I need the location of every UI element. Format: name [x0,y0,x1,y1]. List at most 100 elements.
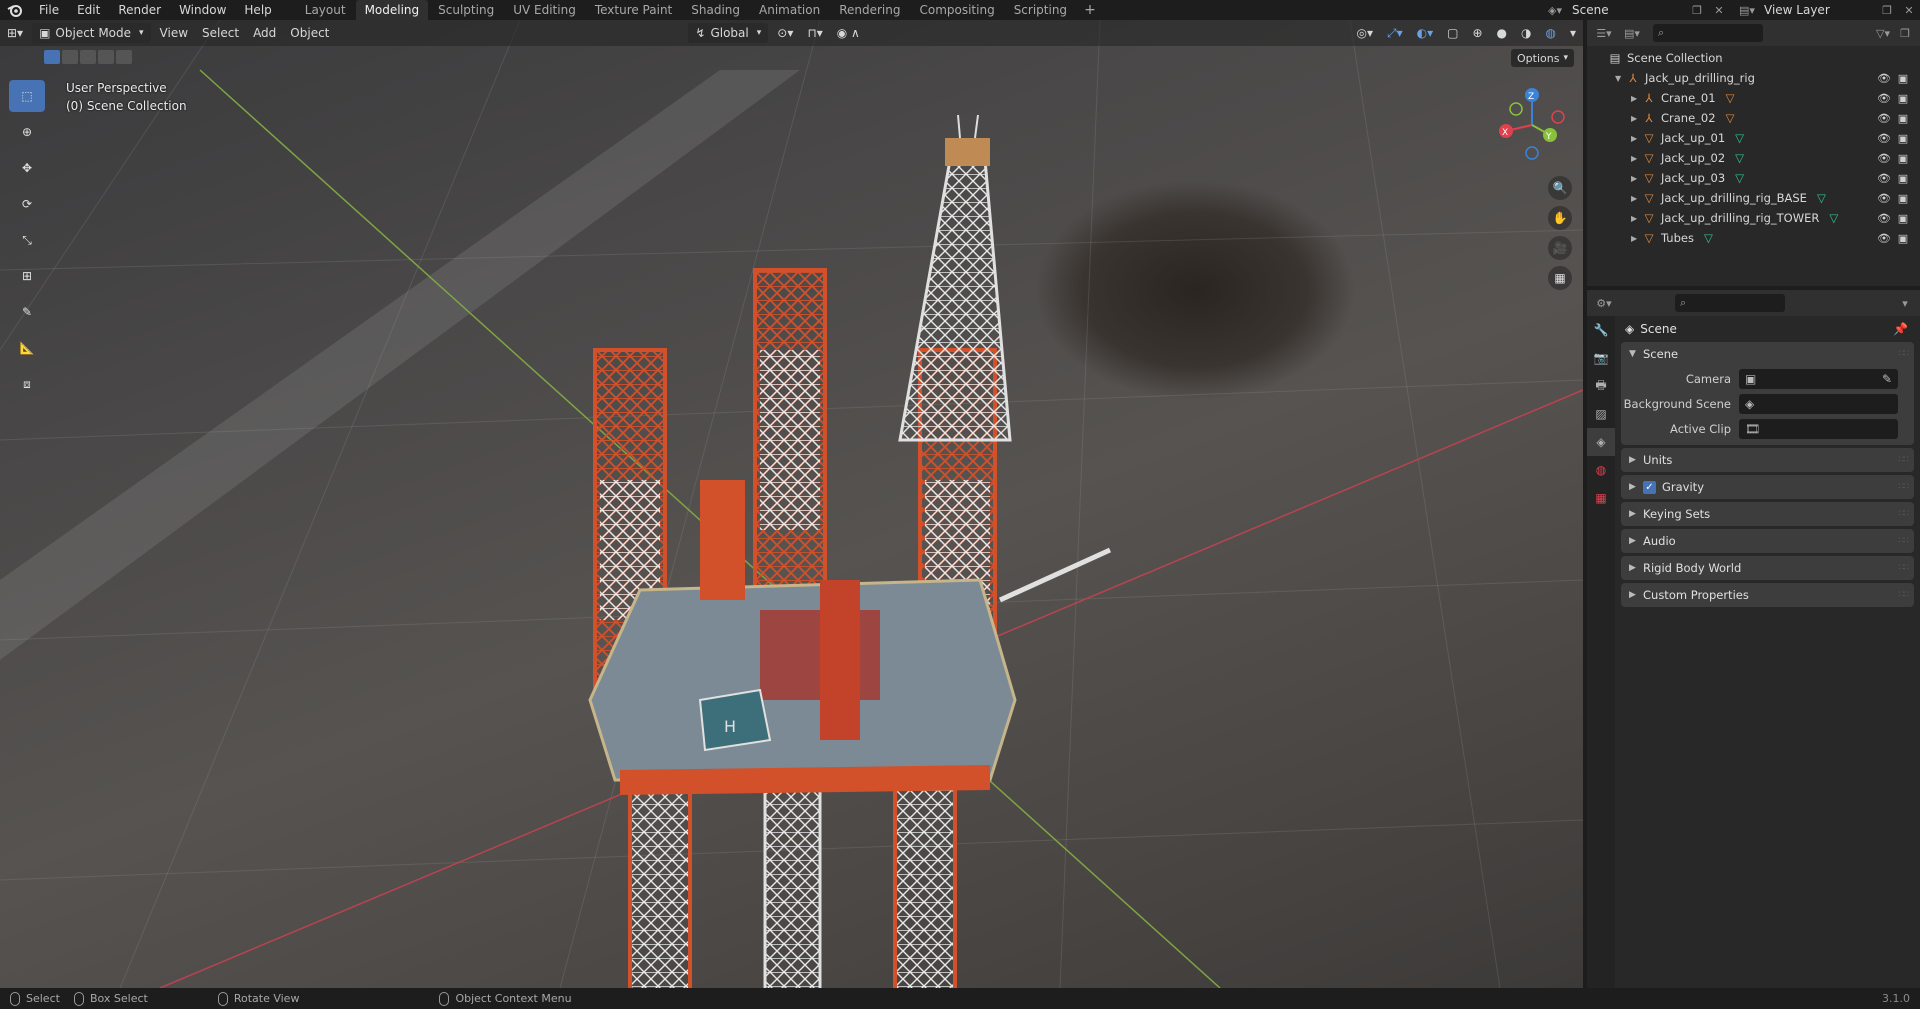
custom-properties-panel-header[interactable]: ▶ Custom Properties ∷∷ [1621,583,1914,607]
scale-tool-icon[interactable]: ⤡ [9,224,45,256]
blender-logo-icon[interactable] [0,0,30,20]
options-dropdown[interactable]: Options ▾ [1511,49,1574,67]
delete-scene-icon[interactable]: ✕ [1708,1,1730,19]
tab-shading[interactable]: Shading [682,0,749,20]
outliner-row-collection[interactable]: ▼ ⅄ Jack_up_drilling_rig 👁 ▣ [1587,68,1920,88]
view-layer-field[interactable]: View Layer [1758,1,1876,19]
drag-grip-icon[interactable]: ∷∷ [1899,536,1910,546]
display-mode-icon[interactable]: ▤▾ [1621,24,1643,42]
menu-add[interactable]: Add [246,23,283,43]
expand-arrow-icon[interactable]: ▶ [1631,114,1641,123]
select-intersect-icon[interactable] [116,50,132,64]
eye-icon[interactable]: 👁 [1877,111,1891,125]
background-scene-field[interactable]: ◈ [1739,393,1898,414]
tab-uv-editing[interactable]: UV Editing [504,0,585,20]
drag-grip-icon[interactable]: ∷∷ [1899,590,1910,600]
eye-icon[interactable]: 👁 [1877,231,1891,245]
outliner-row-crane-01[interactable]: ▶ ⅄ Crane_01 ▽ 👁 ▣ [1587,88,1920,108]
expand-arrow-icon[interactable]: ▶ [1631,134,1641,143]
select-box-tool-icon[interactable]: ⬚ [9,80,45,112]
outliner-search-input[interactable]: ⌕ [1653,24,1763,42]
ortho-grid-icon[interactable]: ▦ [1548,266,1572,290]
scene-name-field[interactable]: Scene [1566,1,1686,19]
jack-up-drilling-rig-model[interactable]: H [0,20,1583,988]
expand-arrow-icon[interactable]: ▼ [1615,74,1625,83]
pan-hand-icon[interactable]: ✋ [1548,206,1572,230]
drag-grip-icon[interactable]: ∷∷ [1899,349,1910,359]
tab-compositing[interactable]: Compositing [910,0,1003,20]
audio-panel-header[interactable]: ▶ Audio ∷∷ [1621,529,1914,553]
gizmo-toggle-icon[interactable]: ⤢▾ [1380,23,1410,43]
outliner-row-jack-up-02[interactable]: ▶ ▽ Jack_up_02 ▽ 👁 ▣ [1587,148,1920,168]
add-workspace-button[interactable]: + [1076,0,1104,20]
move-tool-icon[interactable]: ✥ [9,152,45,184]
properties-search-input[interactable]: ⌕ [1675,294,1785,312]
delete-view-layer-icon[interactable]: ✕ [1898,1,1920,19]
xray-icon[interactable]: ▢ [1440,23,1465,43]
outliner-row-crane-02[interactable]: ▶ ⅄ Crane_02 ▽ 👁 ▣ [1587,108,1920,128]
outliner-row-tubes[interactable]: ▶ ▽ Tubes ▽ 👁 ▣ [1587,228,1920,248]
outliner-row-scene-collection[interactable]: ▤ Scene Collection [1587,48,1920,68]
visibility-icon[interactable]: ◎▾ [1349,23,1380,43]
zoom-icon[interactable]: 🔍 [1548,176,1572,200]
expand-arrow-icon[interactable]: ▶ [1631,194,1641,203]
drag-grip-icon[interactable]: ∷∷ [1899,509,1910,519]
camera-render-icon[interactable]: ▣ [1896,71,1910,85]
eye-icon[interactable]: 👁 [1877,211,1891,225]
eyedropper-icon[interactable]: ✎ [1882,372,1892,386]
active-clip-field[interactable]: 🎞 [1739,418,1898,439]
eye-icon[interactable]: 👁 [1877,151,1891,165]
measure-tool-icon[interactable]: 📐 [9,332,45,364]
menu-render[interactable]: Render [109,0,170,20]
material-shading-icon[interactable]: ◑ [1514,23,1538,43]
solid-shading-icon[interactable]: ● [1490,23,1514,43]
eye-icon[interactable]: 👁 [1877,131,1891,145]
camera-render-icon[interactable]: ▣ [1896,171,1910,185]
menu-select[interactable]: Select [195,23,246,43]
pin-icon[interactable]: 📌 [1893,322,1908,336]
camera-render-icon[interactable]: ▣ [1896,131,1910,145]
menu-help[interactable]: Help [235,0,280,20]
eye-icon[interactable]: 👁 [1877,71,1891,85]
chevron-down-icon[interactable]: ▾ [1894,294,1916,312]
expand-arrow-icon[interactable]: ▶ [1631,154,1641,163]
editor-type-icon[interactable]: ⊞▾ [0,23,30,43]
select-subtract-icon[interactable] [80,50,96,64]
scene-selector-icon[interactable]: ◈▾ [1544,1,1566,19]
camera-render-icon[interactable]: ▣ [1896,91,1910,105]
copy-scene-icon[interactable]: ❐ [1686,1,1708,19]
transform-orientation-dropdown[interactable]: ↯ Global ▾ [688,23,769,43]
eye-icon[interactable]: 👁 [1877,91,1891,105]
overlays-icon[interactable]: ◐▾ [1410,23,1441,43]
tab-sculpting[interactable]: Sculpting [429,0,503,20]
outliner-row-jack-up-01[interactable]: ▶ ▽ Jack_up_01 ▽ 👁 ▣ [1587,128,1920,148]
filter-icon[interactable]: ▽▾ [1872,24,1894,42]
tab-texture-paint[interactable]: Texture Paint [586,0,681,20]
scene-tab-icon[interactable]: ◈ [1587,428,1615,456]
expand-arrow-icon[interactable]: ▶ [1631,214,1641,223]
mode-dropdown[interactable]: ▣ Object Mode ▾ [32,23,151,43]
tab-rendering[interactable]: Rendering [830,0,909,20]
view-layer-tab-icon[interactable]: ▨ [1587,400,1615,428]
drag-grip-icon[interactable]: ∷∷ [1899,482,1910,492]
snap-icon[interactable]: ⊓▾ [800,23,829,43]
texture-tab-icon[interactable]: ▦ [1587,484,1615,512]
expand-arrow-icon[interactable]: ▶ [1631,234,1641,243]
rendered-shading-icon[interactable]: ◍ [1538,23,1562,43]
tab-animation[interactable]: Animation [750,0,829,20]
rotate-tool-icon[interactable]: ⟳ [9,188,45,220]
eye-icon[interactable]: 👁 [1877,171,1891,185]
select-invert-icon[interactable] [98,50,114,64]
camera-render-icon[interactable]: ▣ [1896,231,1910,245]
camera-render-icon[interactable]: ▣ [1896,211,1910,225]
annotate-tool-icon[interactable]: ✎ [9,296,45,328]
expand-arrow-icon[interactable]: ▶ [1631,174,1641,183]
menu-window[interactable]: Window [170,0,235,20]
3d-viewport[interactable]: H ⊞▾ ▣ Object Mode ▾ View Select Add Obj… [0,20,1583,988]
new-collection-icon[interactable]: ❐ [1894,24,1916,42]
editor-type-icon[interactable]: ⚙▾ [1593,294,1615,312]
render-tab-icon[interactable]: 📷 [1587,344,1615,372]
drag-grip-icon[interactable]: ∷∷ [1899,455,1910,465]
output-tab-icon[interactable]: 🖶 [1587,372,1615,400]
camera-render-icon[interactable]: ▣ [1896,191,1910,205]
